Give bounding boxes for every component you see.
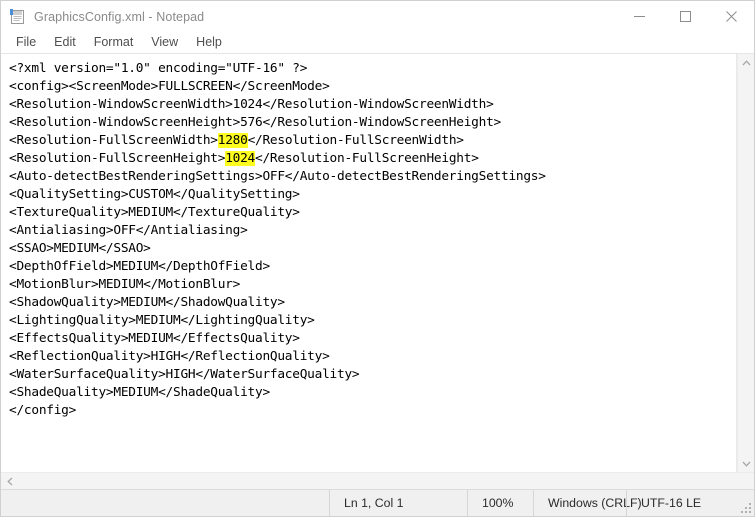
menu-item-help[interactable]: Help [187, 33, 231, 52]
menu-bar: File Edit Format View Help [1, 32, 754, 53]
scroll-up-icon[interactable] [738, 54, 755, 71]
resize-grip[interactable] [740, 502, 751, 513]
scroll-down-icon[interactable] [738, 455, 755, 472]
minimize-button[interactable] [616, 1, 662, 32]
status-cursor-position: Ln 1, Col 1 [329, 490, 467, 516]
text-editor[interactable]: <?xml version="1.0" encoding="UTF-16" ?>… [1, 54, 737, 472]
status-bar: Ln 1, Col 1 100% Windows (CRLF) UTF-16 L… [1, 489, 754, 516]
notepad-icon [10, 8, 26, 25]
scrollbar-corner [737, 472, 754, 490]
editor-area: <?xml version="1.0" encoding="UTF-16" ?>… [1, 53, 754, 490]
status-line-ending: Windows (CRLF) [533, 490, 642, 516]
vertical-scrollbar[interactable] [737, 54, 754, 472]
status-bar-spacer [1, 490, 329, 516]
title-bar[interactable]: GraphicsConfig.xml - Notepad [1, 1, 754, 32]
menu-item-view[interactable]: View [142, 33, 187, 52]
highlighted-value: 1024 [225, 151, 256, 166]
highlighted-value: 1280 [217, 133, 248, 148]
menu-item-file[interactable]: File [7, 33, 45, 52]
horizontal-scrollbar-track[interactable] [18, 473, 737, 489]
menu-item-edit[interactable]: Edit [45, 33, 85, 52]
horizontal-scrollbar[interactable] [1, 472, 754, 490]
vertical-scrollbar-track[interactable] [738, 71, 754, 455]
maximize-button[interactable] [662, 1, 708, 32]
menu-item-format[interactable]: Format [85, 33, 143, 52]
status-zoom-level[interactable]: 100% [467, 490, 533, 516]
status-encoding: UTF-16 LE [626, 490, 754, 516]
notepad-window: GraphicsConfig.xml - Notepad File Edit F… [0, 0, 755, 517]
close-button[interactable] [708, 1, 754, 32]
window-controls [616, 1, 754, 32]
editor-content[interactable]: <?xml version="1.0" encoding="UTF-16" ?>… [1, 54, 736, 420]
scroll-left-icon[interactable] [1, 473, 18, 490]
window-title: GraphicsConfig.xml - Notepad [34, 9, 205, 24]
